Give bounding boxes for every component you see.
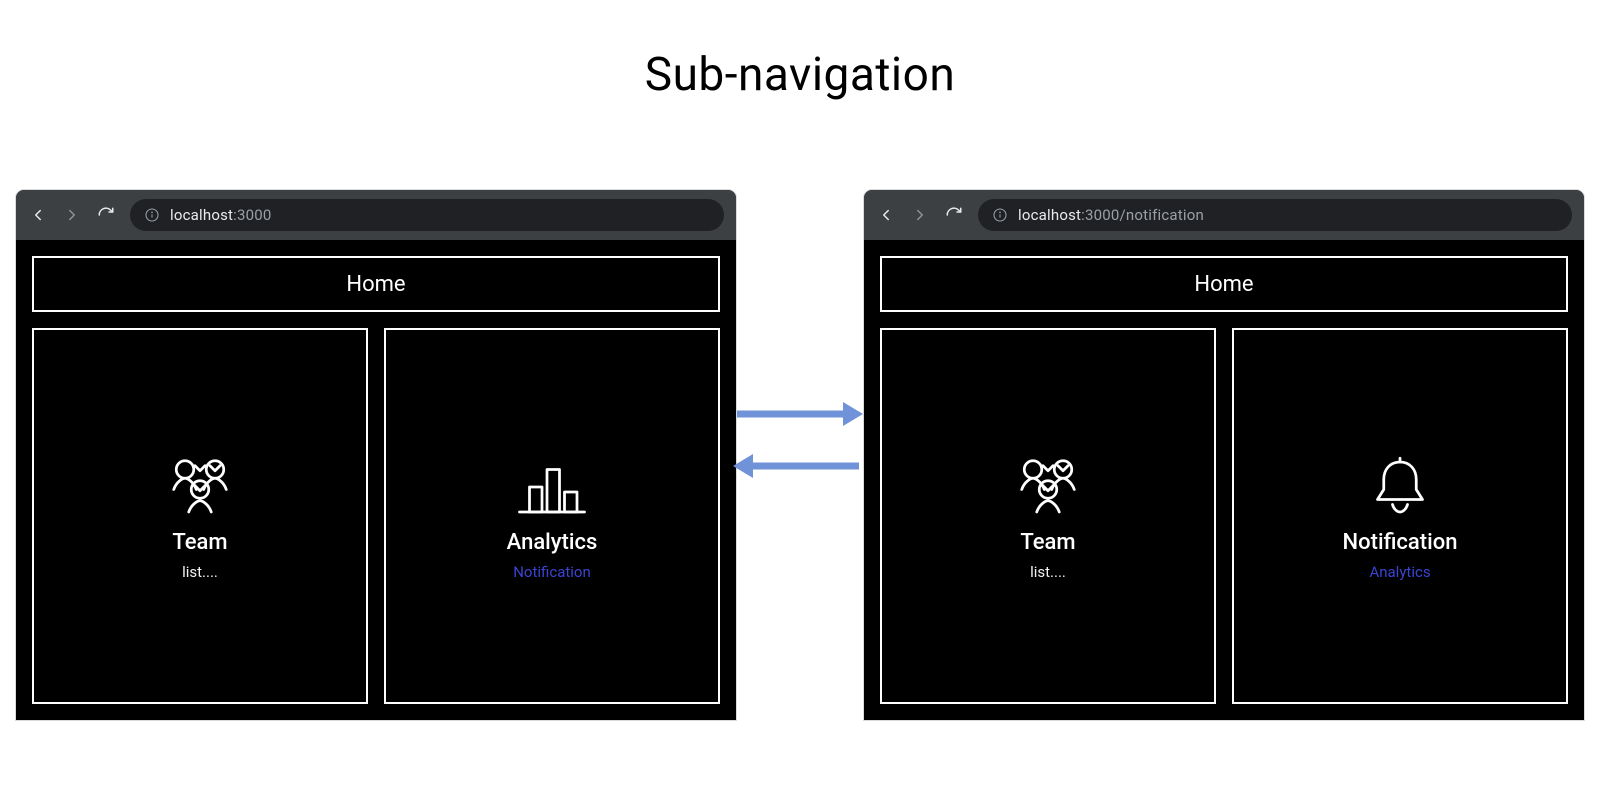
card-team[interactable]: Team list....	[32, 328, 368, 704]
card-subtext: list....	[182, 563, 218, 581]
browser-window-left: localhost:3000 Home Team list....	[16, 190, 736, 720]
arrow-left-icon	[733, 452, 863, 480]
url-text: localhost:3000/notification	[1018, 206, 1204, 224]
forward-icon[interactable]	[62, 205, 82, 225]
address-bar[interactable]: localhost:3000/notification	[978, 199, 1572, 231]
arrow-right-icon	[733, 400, 863, 428]
info-icon	[992, 207, 1008, 223]
browser-window-right: localhost:3000/notification Home Team	[864, 190, 1584, 720]
cards-row: Team list.... Notification Analytics	[880, 328, 1568, 704]
card-link-notification[interactable]: Notification	[513, 563, 591, 581]
card-notification[interactable]: Notification Analytics	[1232, 328, 1568, 704]
card-title: Team	[1020, 530, 1075, 555]
back-icon[interactable]	[876, 205, 896, 225]
page-title: Sub-navigation	[0, 48, 1600, 102]
reload-icon[interactable]	[944, 205, 964, 225]
forward-icon[interactable]	[910, 205, 930, 225]
team-icon	[1008, 452, 1088, 522]
card-subtext: list....	[1030, 563, 1066, 581]
home-bar[interactable]: Home	[32, 256, 720, 312]
page-content: Home Team list....	[864, 240, 1584, 720]
address-bar[interactable]: localhost:3000	[130, 199, 724, 231]
home-bar[interactable]: Home	[880, 256, 1568, 312]
reload-icon[interactable]	[96, 205, 116, 225]
team-icon	[160, 452, 240, 522]
url-text: localhost:3000	[170, 206, 272, 224]
card-link-analytics[interactable]: Analytics	[1369, 563, 1430, 581]
browser-toolbar: localhost:3000/notification	[864, 190, 1584, 240]
browser-toolbar: localhost:3000	[16, 190, 736, 240]
card-title: Analytics	[507, 530, 598, 555]
page-content: Home Team list....	[16, 240, 736, 720]
back-icon[interactable]	[28, 205, 48, 225]
card-title: Team	[172, 530, 227, 555]
card-title: Notification	[1343, 530, 1458, 555]
card-analytics[interactable]: Analytics Notification	[384, 328, 720, 704]
analytics-icon	[512, 452, 592, 522]
cards-row: Team list.... Analytics Notification	[32, 328, 720, 704]
card-team[interactable]: Team list....	[880, 328, 1216, 704]
navigation-arrows	[728, 380, 868, 500]
info-icon	[144, 207, 160, 223]
bell-icon	[1360, 452, 1440, 522]
